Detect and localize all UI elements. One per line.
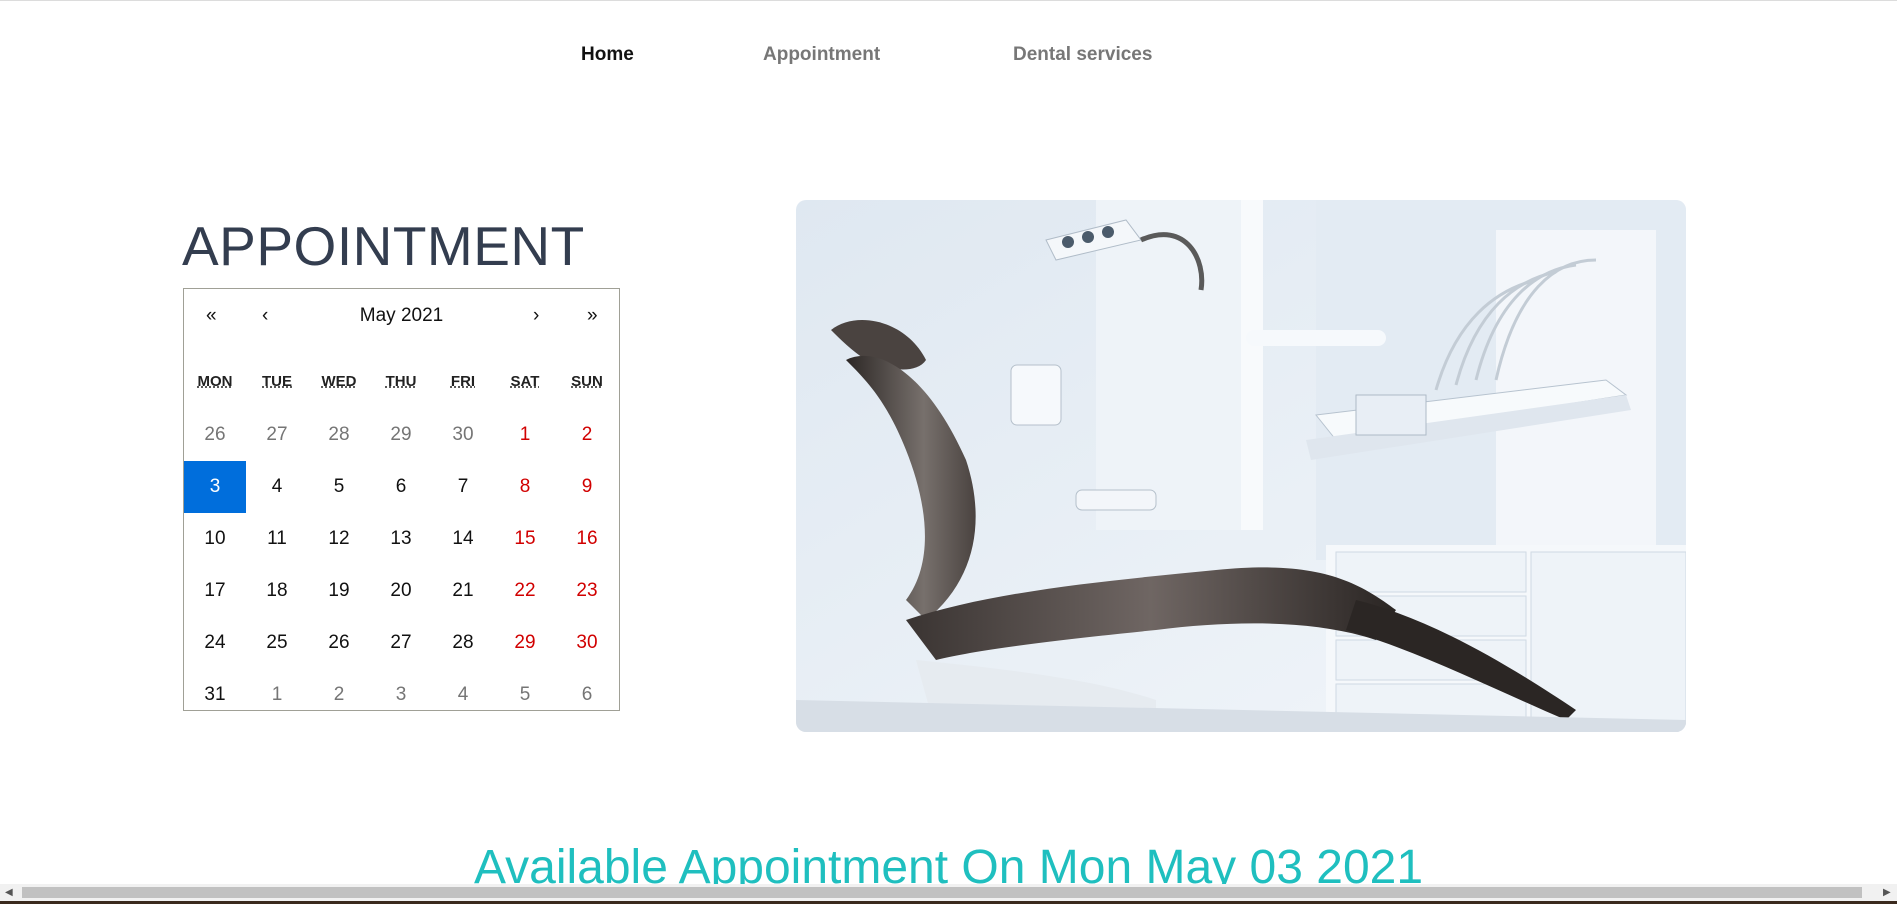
- calendar-day[interactable]: 15: [494, 513, 556, 565]
- next-month-button[interactable]: ›: [533, 305, 539, 327]
- calendar-day[interactable]: 12: [308, 513, 370, 565]
- calendar-day[interactable]: 21: [432, 565, 494, 617]
- top-border: [0, 0, 1897, 1]
- calendar-day[interactable]: 29: [370, 409, 432, 461]
- page: Home Appointment Dental services APPOINT…: [0, 0, 1897, 904]
- weekday-thu: THU: [385, 373, 417, 390]
- scroll-left-icon[interactable]: ◀: [5, 887, 13, 898]
- calendar-day[interactable]: 6: [556, 669, 618, 721]
- calendar-day[interactable]: 27: [370, 617, 432, 669]
- calendar-day[interactable]: 8: [494, 461, 556, 513]
- horizontal-scrollbar[interactable]: ◀ ▶: [0, 884, 1897, 901]
- calendar-day[interactable]: 28: [308, 409, 370, 461]
- main-nav: Home Appointment Dental services: [0, 44, 1897, 70]
- weekday-wed: WED: [321, 373, 357, 390]
- page-title: APPOINTMENT: [182, 215, 585, 277]
- dental-chair-image: [796, 200, 1686, 732]
- calendar-day[interactable]: 3: [370, 669, 432, 721]
- prev-month-button[interactable]: ‹: [262, 305, 268, 327]
- calendar-day[interactable]: 29: [494, 617, 556, 669]
- calendar-day[interactable]: 3: [184, 461, 246, 513]
- weekday-tue: TUE: [262, 373, 292, 390]
- calendar-day[interactable]: 19: [308, 565, 370, 617]
- scrollbar-thumb[interactable]: [22, 887, 1862, 898]
- calendar-day[interactable]: 23: [556, 565, 618, 617]
- calendar-day[interactable]: 24: [184, 617, 246, 669]
- calendar-day[interactable]: 13: [370, 513, 432, 565]
- calendar-day[interactable]: 26: [308, 617, 370, 669]
- calendar-day[interactable]: 25: [246, 617, 308, 669]
- prev-year-button[interactable]: «: [206, 305, 217, 327]
- calendar-day[interactable]: 10: [184, 513, 246, 565]
- calendar-day[interactable]: 14: [432, 513, 494, 565]
- calendar: May 2021 « ‹ › » MON TUE WED THU FRI SAT SUN 2…: [183, 288, 620, 711]
- calendar-day[interactable]: 5: [494, 669, 556, 721]
- calendar-day[interactable]: 17: [184, 565, 246, 617]
- calendar-day[interactable]: 1: [246, 669, 308, 721]
- weekday-fri: FRI: [450, 373, 476, 390]
- calendar-day[interactable]: 26: [184, 409, 246, 461]
- calendar-day[interactable]: 20: [370, 565, 432, 617]
- calendar-weekdays: MON TUE WED THU FRI SAT SUN: [184, 373, 619, 393]
- calendar-day[interactable]: 30: [432, 409, 494, 461]
- nav-dental-services-link[interactable]: Dental services: [1013, 44, 1152, 66]
- weekday-sat: SAT: [510, 373, 540, 390]
- calendar-day[interactable]: 27: [246, 409, 308, 461]
- calendar-day[interactable]: 30: [556, 617, 618, 669]
- calendar-day[interactable]: 28: [432, 617, 494, 669]
- calendar-day[interactable]: 4: [432, 669, 494, 721]
- nav-home-link[interactable]: Home: [581, 44, 634, 66]
- calendar-day[interactable]: 1: [494, 409, 556, 461]
- weekday-mon: MON: [197, 373, 233, 390]
- calendar-day[interactable]: 5: [308, 461, 370, 513]
- calendar-day[interactable]: 31: [184, 669, 246, 721]
- calendar-day[interactable]: 2: [556, 409, 618, 461]
- calendar-day[interactable]: 7: [432, 461, 494, 513]
- calendar-day[interactable]: 9: [556, 461, 618, 513]
- calendar-navigation: May 2021 « ‹ › »: [184, 289, 619, 347]
- calendar-day[interactable]: 11: [246, 513, 308, 565]
- next-year-button[interactable]: »: [587, 305, 598, 327]
- calendar-day[interactable]: 4: [246, 461, 308, 513]
- scroll-right-icon[interactable]: ▶: [1883, 887, 1891, 898]
- calendar-day[interactable]: 16: [556, 513, 618, 565]
- calendar-day[interactable]: 18: [246, 565, 308, 617]
- calendar-day[interactable]: 22: [494, 565, 556, 617]
- calendar-month-label[interactable]: May 2021: [184, 305, 619, 327]
- weekday-sun: SUN: [571, 373, 603, 390]
- calendar-day[interactable]: 2: [308, 669, 370, 721]
- calendar-day[interactable]: 6: [370, 461, 432, 513]
- nav-appointment-link[interactable]: Appointment: [763, 44, 880, 66]
